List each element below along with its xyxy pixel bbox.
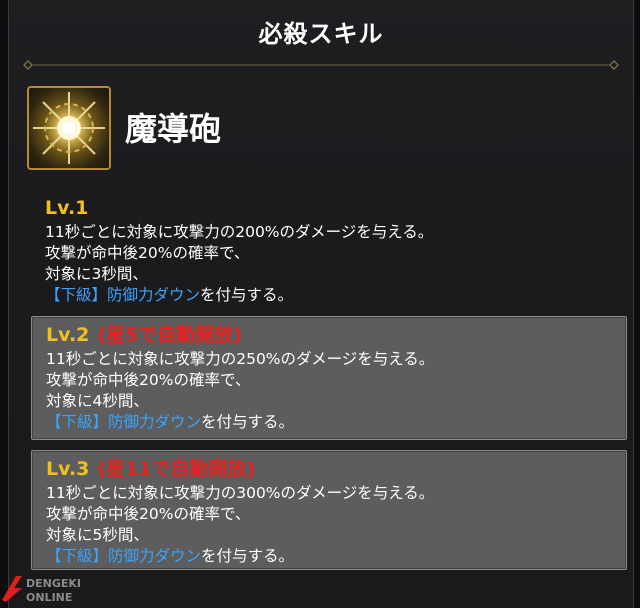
skill-level-3: Lv.3 (星11で自動開放) 11秒ごとに対象に攻撃力の300%のダメージを与え…	[31, 450, 627, 570]
effect-line: 対象に4秒間、	[46, 392, 149, 410]
effect-line: 対象に5秒間、	[46, 526, 149, 544]
level-label: Lv.3	[46, 458, 90, 480]
effect-line: を付与する。	[200, 286, 294, 304]
svg-text:ONLINE: ONLINE	[26, 591, 72, 604]
debuff-label: 【下級】防御力ダウン	[46, 547, 202, 565]
debuff-label: 【下級】防御力ダウン	[45, 286, 201, 304]
level-label: Lv.1	[45, 197, 89, 219]
level-label: Lv.2	[46, 324, 90, 346]
skill-name: 魔導砲	[125, 110, 222, 148]
title-divider	[23, 60, 619, 70]
effect-line: 11秒ごとに対象に攻撃力の250%のダメージを与える。	[46, 350, 435, 368]
skill-icon	[27, 86, 111, 170]
effect-line: を付与する。	[201, 547, 295, 565]
skill-level-1: Lv.1 11秒ごとに対象に攻撃力の200%のダメージを与える。 攻撃が命中後2…	[31, 190, 627, 306]
debuff-label: 【下級】防御力ダウン	[46, 413, 202, 431]
watermark-logo: DENGEKI ONLINE	[0, 572, 130, 604]
unlock-condition: (星11で自動開放)	[97, 458, 256, 480]
skill-level-2: Lv.2 (星5で自動開放) 11秒ごとに対象に攻撃力の250%のダメージを与える…	[31, 316, 627, 440]
effect-line: 攻撃が命中後20%の確率で、	[46, 371, 251, 389]
effect-line: 11秒ごとに対象に攻撃力の300%のダメージを与える。	[46, 484, 435, 502]
effect-line: 対象に3秒間、	[45, 265, 148, 283]
effect-line: 11秒ごとに対象に攻撃力の200%のダメージを与える。	[45, 223, 434, 241]
svg-text:DENGEKI: DENGEKI	[26, 577, 81, 590]
page-title: 必殺スキル	[258, 20, 384, 48]
effect-line: 攻撃が命中後20%の確率で、	[45, 244, 250, 262]
effect-line: 攻撃が命中後20%の確率で、	[46, 505, 251, 523]
unlock-condition: (星5で自動開放)	[97, 324, 242, 346]
radiant-burst-icon	[33, 92, 105, 164]
effect-line: を付与する。	[201, 413, 295, 431]
skill-panel: 必殺スキル 魔導砲 Lv.1 11秒ごとに対象に攻撃力の200%のダメージを与え…	[8, 0, 634, 608]
